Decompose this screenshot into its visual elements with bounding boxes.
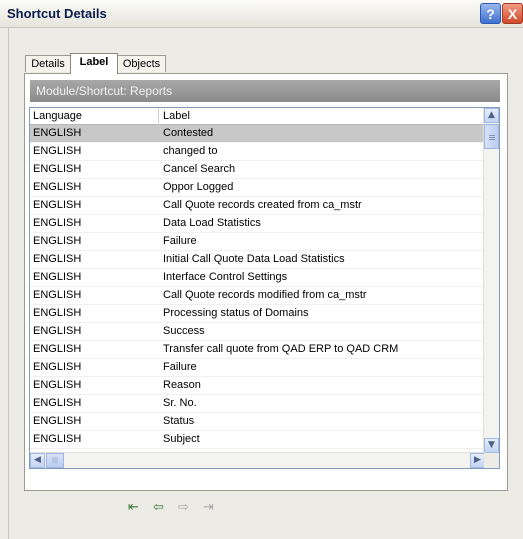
section-header: Module/Shortcut: Reports bbox=[30, 80, 500, 102]
cell-language: ENGLISH bbox=[33, 325, 82, 337]
scroll-right-icon[interactable]: ▶ bbox=[470, 453, 485, 468]
close-icon[interactable]: X bbox=[502, 3, 523, 24]
table-row[interactable]: ENGLISH Failure bbox=[30, 359, 485, 377]
tab-details[interactable]: Details bbox=[25, 55, 71, 72]
cell-label: Subject bbox=[163, 433, 200, 445]
dialog-titlebar[interactable]: Shortcut Details ? X bbox=[0, 0, 523, 28]
previous-record-icon[interactable]: ⇦ bbox=[153, 500, 164, 515]
table-row[interactable]: ENGLISH Contested bbox=[30, 125, 485, 143]
scroll-left-icon[interactable]: ◀ bbox=[30, 453, 45, 468]
label-grid[interactable]: Language Label ENGLISH Contested ENGLISH ch… bbox=[29, 107, 500, 469]
table-row[interactable]: ENGLISH Transfer call quote from QAD ERP … bbox=[30, 341, 485, 359]
cell-label: Initial Call Quote Data Load Statistics bbox=[163, 253, 345, 265]
cell-label: Interface Control Settings bbox=[163, 271, 288, 283]
last-record-icon[interactable]: ⇥ bbox=[203, 500, 214, 515]
help-icon[interactable]: ? bbox=[480, 3, 501, 24]
cell-language: ENGLISH bbox=[33, 415, 82, 427]
tab-label[interactable]: Label bbox=[70, 53, 118, 74]
next-record-icon[interactable]: ⇨ bbox=[178, 500, 189, 515]
cell-language: ENGLISH bbox=[33, 181, 82, 193]
window-edge bbox=[0, 28, 9, 539]
cell-language: ENGLISH bbox=[33, 433, 82, 445]
grid-rows: ENGLISH Contested ENGLISH changed to ENGLISH… bbox=[30, 125, 485, 467]
cell-language: ENGLISH bbox=[33, 199, 82, 211]
cell-language: ENGLISH bbox=[33, 289, 82, 301]
grip-line bbox=[489, 137, 495, 138]
table-row[interactable]: ENGLISH Call Quote records modified from … bbox=[30, 287, 485, 305]
column-header-label[interactable]: Label bbox=[163, 110, 190, 122]
cell-label: Cancel Search bbox=[163, 163, 236, 175]
vertical-scrollbar[interactable]: ▲ ▼ bbox=[483, 108, 499, 453]
cell-language: ENGLISH bbox=[33, 127, 82, 139]
table-row[interactable]: ENGLISH Status bbox=[30, 413, 485, 431]
cell-label: Contested bbox=[163, 127, 214, 139]
table-row[interactable]: ENGLISH Success bbox=[30, 323, 485, 341]
cell-language: ENGLISH bbox=[33, 379, 82, 391]
column-header-language[interactable]: Language bbox=[33, 110, 82, 122]
table-row[interactable]: ENGLISH Oppor Logged bbox=[30, 179, 485, 197]
cell-label: Call Quote records modified from ca_mstr bbox=[163, 289, 367, 301]
cell-label: Sr. No. bbox=[163, 397, 197, 409]
table-row[interactable]: ENGLISH Reason bbox=[30, 377, 485, 395]
scroll-up-icon[interactable]: ▲ bbox=[484, 108, 499, 123]
grip-line bbox=[489, 135, 495, 136]
cell-label: Failure bbox=[163, 235, 197, 247]
horizontal-scroll-thumb[interactable]: ||| bbox=[46, 453, 64, 468]
grip-line bbox=[489, 139, 495, 140]
scrollbar-corner bbox=[484, 453, 499, 468]
table-row[interactable]: ENGLISH Sr. No. bbox=[30, 395, 485, 413]
first-record-icon[interactable]: ⇤ bbox=[128, 500, 139, 515]
cell-label: Status bbox=[163, 415, 195, 427]
cell-language: ENGLISH bbox=[33, 217, 82, 229]
grid-header: Language Label bbox=[30, 108, 485, 125]
cell-label: changed to bbox=[163, 145, 218, 157]
table-row[interactable]: ENGLISH Interface Control Settings bbox=[30, 269, 485, 287]
cell-language: ENGLISH bbox=[33, 397, 82, 409]
table-row[interactable]: ENGLISH Processing status of Domains bbox=[30, 305, 485, 323]
cell-label: Transfer call quote from QAD ERP to QAD … bbox=[163, 343, 399, 355]
dialog-title: Shortcut Details bbox=[7, 6, 107, 21]
cell-language: ENGLISH bbox=[33, 235, 82, 247]
tab-objects[interactable]: Objects bbox=[117, 55, 166, 72]
cell-language: ENGLISH bbox=[33, 145, 82, 157]
cell-language: ENGLISH bbox=[33, 271, 82, 283]
table-row[interactable]: ENGLISH Subject bbox=[30, 431, 485, 449]
cell-label: Oppor Logged bbox=[163, 181, 234, 193]
cell-label: Call Quote records created from ca_mstr bbox=[163, 199, 362, 211]
column-divider[interactable] bbox=[158, 108, 159, 123]
table-row[interactable]: ENGLISH Call Quote records created from c… bbox=[30, 197, 485, 215]
cell-label: Reason bbox=[163, 379, 201, 391]
cell-language: ENGLISH bbox=[33, 163, 82, 175]
cell-label: Data Load Statistics bbox=[163, 217, 261, 229]
table-row[interactable]: ENGLISH Data Load Statistics bbox=[30, 215, 485, 233]
table-row[interactable]: ENGLISH Cancel Search bbox=[30, 161, 485, 179]
scroll-down-icon[interactable]: ▼ bbox=[484, 438, 499, 453]
cell-language: ENGLISH bbox=[33, 361, 82, 373]
table-row[interactable]: ENGLISH Initial Call Quote Data Load Stat… bbox=[30, 251, 485, 269]
cell-label: Success bbox=[163, 325, 205, 337]
horizontal-scrollbar[interactable]: ◀ ||| ▶ bbox=[30, 452, 485, 468]
cell-label: Processing status of Domains bbox=[163, 307, 309, 319]
table-row[interactable]: ENGLISH Failure bbox=[30, 233, 485, 251]
table-row[interactable]: ENGLISH changed to bbox=[30, 143, 485, 161]
cell-label: Failure bbox=[163, 361, 197, 373]
cell-language: ENGLISH bbox=[33, 307, 82, 319]
cell-language: ENGLISH bbox=[33, 253, 82, 265]
vertical-scroll-thumb[interactable] bbox=[484, 124, 499, 149]
cell-language: ENGLISH bbox=[33, 343, 82, 355]
